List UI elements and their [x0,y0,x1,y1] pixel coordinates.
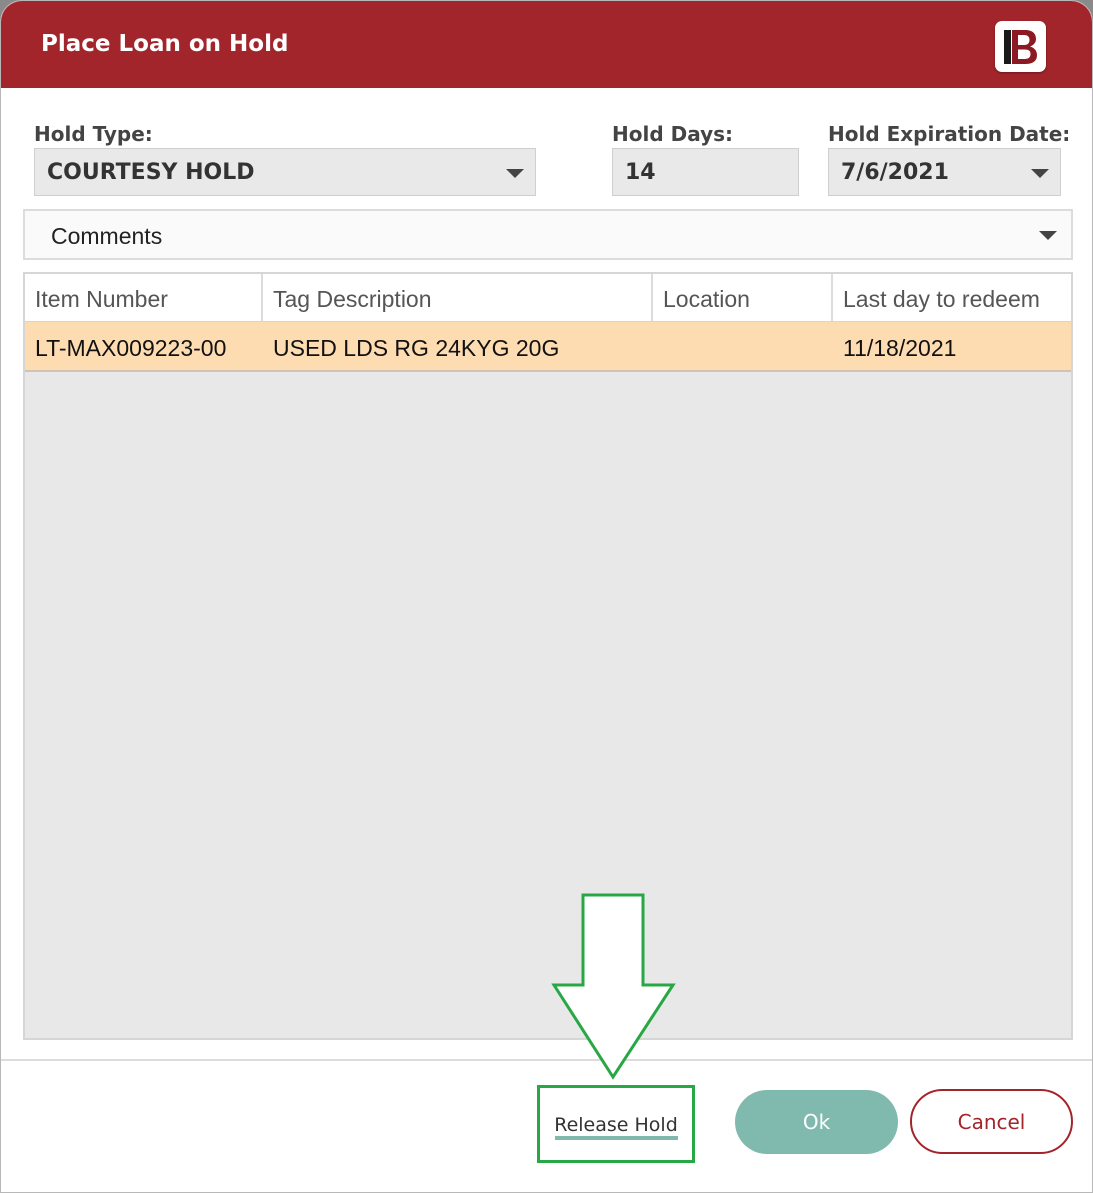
footer-divider [1,1059,1092,1061]
hold-expiration-label: Hold Expiration Date: [828,122,1071,146]
title-bar: Place Loan on Hold [1,1,1092,88]
column-header-item-number[interactable]: Item Number [25,274,263,321]
column-header-last-day[interactable]: Last day to redeem [833,274,1071,321]
grid-header: Item Number Tag Description Location Las… [25,274,1071,322]
release-hold-highlight: Release Hold [537,1085,695,1163]
chevron-down-icon [1039,231,1057,240]
items-grid: Item Number Tag Description Location Las… [23,272,1073,1040]
ok-button[interactable]: Ok [735,1090,898,1154]
release-hold-underline [555,1136,678,1140]
column-header-tag-description[interactable]: Tag Description [263,274,653,321]
down-arrow-icon [551,893,676,1080]
column-header-location[interactable]: Location [653,274,833,321]
place-loan-on-hold-dialog: Place Loan on Hold Hold Type: COURTESY H… [0,0,1093,1193]
b-brand-logo-icon [995,21,1046,72]
chevron-down-icon [1031,169,1049,178]
chevron-down-icon [506,169,524,178]
dialog-title: Place Loan on Hold [41,31,289,57]
hold-days-label: Hold Days: [612,122,734,146]
cell-last-day: 11/18/2021 [843,335,957,361]
hold-type-value: COURTESY HOLD [47,160,255,185]
comments-expander[interactable]: Comments [23,209,1073,260]
cancel-button[interactable]: Cancel [910,1089,1073,1154]
table-row[interactable]: LT-MAX009223-00 USED LDS RG 24KYG 20G 11… [25,322,1071,372]
cell-location [653,322,663,370]
comments-label: Comments [51,223,163,249]
hold-type-label: Hold Type: [34,122,153,146]
cell-item-number: LT-MAX009223-00 [35,335,227,361]
hold-expiration-value: 7/6/2021 [841,160,949,185]
cell-tag-description: USED LDS RG 24KYG 20G [273,335,560,361]
hold-days-value: 14 [625,160,656,185]
hold-days-input[interactable]: 14 [612,148,799,196]
hold-expiration-date-picker[interactable]: 7/6/2021 [828,148,1061,196]
hold-type-dropdown[interactable]: COURTESY HOLD [34,148,536,196]
